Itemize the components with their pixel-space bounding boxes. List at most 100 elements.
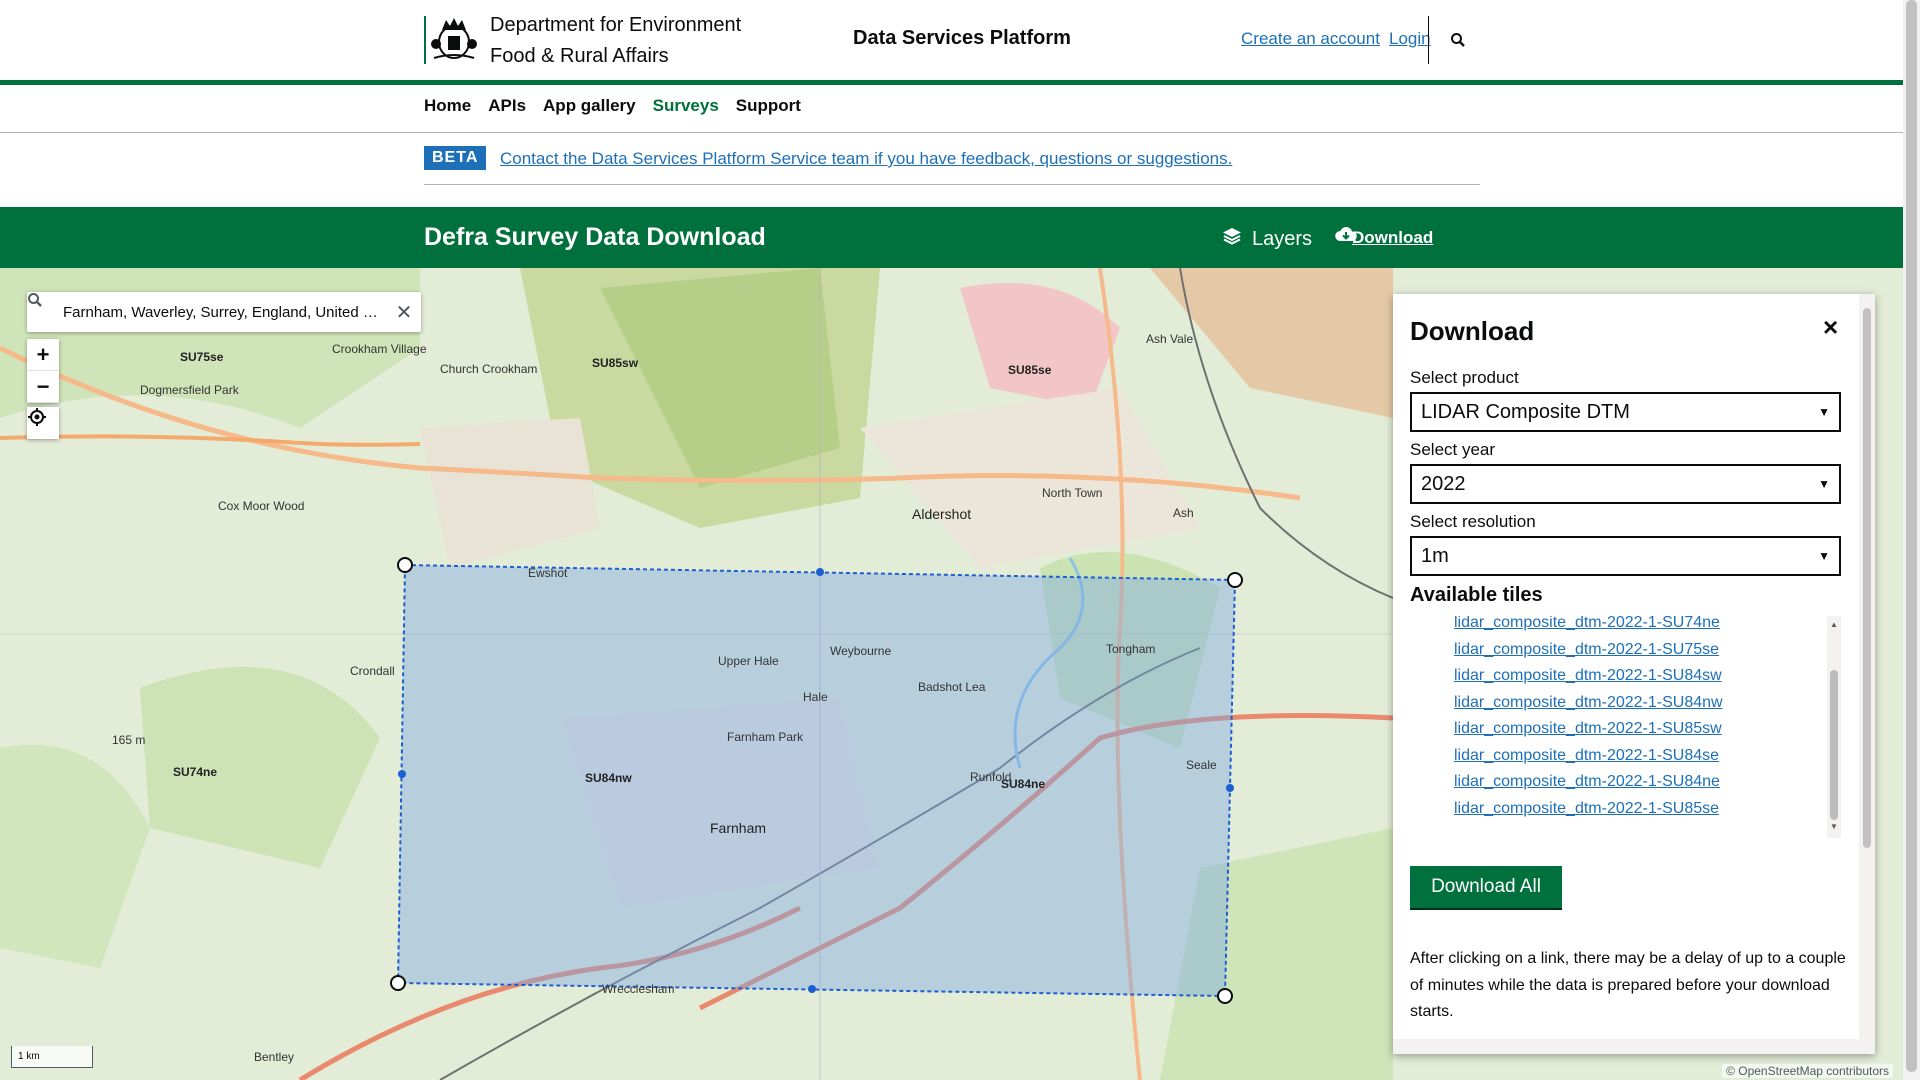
panel-scrollbar[interactable] <box>1859 294 1875 1039</box>
product-select[interactable]: LIDAR Composite DTM ▼ <box>1410 392 1841 432</box>
place-north-town: North Town <box>1042 486 1103 500</box>
primary-nav: Home APIs App gallery Surveys Support <box>424 96 801 116</box>
royal-crest-logo[interactable] <box>424 16 480 64</box>
place-church-crookham: Church Crookham <box>440 362 538 376</box>
tile-link[interactable]: lidar_composite_dtm-2022-1-SU84sw <box>1454 663 1723 690</box>
map-scale-bar: 1 km <box>11 1046 93 1068</box>
panel-title: Download <box>1410 316 1535 346</box>
panel-scrollbar-thumb[interactable] <box>1863 308 1871 848</box>
tile-label-su84nw: SU84nw <box>585 771 632 785</box>
department-line-2: Food & Rural Affairs <box>490 45 669 67</box>
zoom-out-button[interactable]: − <box>27 371 59 403</box>
search-icon[interactable] <box>1450 32 1466 48</box>
chevron-down-icon: ▼ <box>1818 549 1830 563</box>
service-title: Defra Survey Data Download <box>424 223 766 251</box>
beta-tag: BETA <box>424 146 487 170</box>
login-link[interactable]: Login <box>1389 29 1431 49</box>
panel-horizontal-scrollbar[interactable] <box>1393 1039 1875 1054</box>
service-banner: Defra Survey Data Download Layers Downlo… <box>0 207 1903 268</box>
beta-divider <box>424 184 1480 185</box>
page-scrollbar[interactable] <box>1903 0 1920 1080</box>
tiles-list[interactable]: lidar_composite_dtm-2022-1-SU74ne lidar_… <box>1410 616 1841 838</box>
place-badshot-lea: Badshot Lea <box>918 680 986 694</box>
place-seale: Seale <box>1186 758 1217 772</box>
tiles-scrollbar-thumb[interactable] <box>1830 670 1838 820</box>
place-upper-hale: Upper Hale <box>718 654 779 668</box>
resolution-select[interactable]: 1m ▼ <box>1410 536 1841 576</box>
create-account-link[interactable]: Create an account <box>1241 29 1380 49</box>
available-tiles-heading: Available tiles <box>1410 584 1543 606</box>
tile-link[interactable]: lidar_composite_dtm-2022-1-SU75se <box>1454 637 1723 664</box>
locate-me-icon[interactable] <box>27 407 59 439</box>
place-cox-moor-wood: Cox Moor Wood <box>218 499 305 513</box>
product-select-value: LIDAR Composite DTM <box>1421 400 1630 423</box>
tile-link[interactable]: lidar_composite_dtm-2022-1-SU84ne <box>1454 769 1723 796</box>
download-label: Download <box>1352 228 1434 247</box>
department-line-1: Department for Environment <box>490 14 742 36</box>
place-weybourne: Weybourne <box>830 644 892 658</box>
nav-support[interactable]: Support <box>736 96 801 116</box>
place-ash: Ash <box>1173 506 1194 520</box>
close-panel-button[interactable]: × <box>1823 312 1838 343</box>
clear-search-icon[interactable]: ✕ <box>387 300 421 325</box>
header-divider <box>1428 16 1429 64</box>
place-runfold: Runfold <box>970 770 1012 784</box>
place-tongham: Tongham <box>1106 642 1156 656</box>
chevron-down-icon: ▼ <box>1818 477 1830 491</box>
header-green-rule <box>0 80 1903 85</box>
nav-app-gallery[interactable]: App gallery <box>543 96 636 116</box>
layers-label: Layers <box>1252 227 1313 250</box>
place-farnham-park: Farnham Park <box>727 730 804 744</box>
download-button[interactable]: Download <box>1335 226 1433 250</box>
tile-link[interactable]: lidar_composite_dtm-2022-1-SU84nw <box>1454 690 1723 717</box>
place-hale: Hale <box>803 690 828 704</box>
tile-link[interactable]: lidar_composite_dtm-2022-1-SU85se <box>1454 796 1723 823</box>
download-panel: Download × Select product LIDAR Composit… <box>1393 294 1875 1054</box>
nav-apis[interactable]: APIs <box>488 96 526 116</box>
year-select[interactable]: 2022 ▼ <box>1410 464 1841 504</box>
tile-label-su85se: SU85se <box>1008 363 1052 377</box>
place-wrecclesham: Wrecclesham <box>602 982 675 996</box>
place-ewshot: Ewshot <box>528 566 568 580</box>
place-bentley: Bentley <box>254 1050 295 1064</box>
platform-name[interactable]: Data Services Platform <box>853 27 1071 50</box>
product-label: Select product <box>1410 368 1519 387</box>
nav-divider <box>0 132 1903 133</box>
site-header: Department for Environment Food & Rural … <box>0 0 1903 80</box>
zoom-in-button[interactable]: + <box>27 339 59 371</box>
scroll-down-icon[interactable]: ▼ <box>1830 822 1838 831</box>
nav-home[interactable]: Home <box>424 96 471 116</box>
feedback-link[interactable]: Contact the Data Services Platform Servi… <box>500 149 1232 169</box>
tile-link[interactable]: lidar_composite_dtm-2022-1-SU74ne <box>1454 616 1723 637</box>
place-elevation-165m: 165 m <box>112 733 146 747</box>
tiles-scrollbar[interactable]: ▲ ▼ <box>1827 616 1841 838</box>
tile-link[interactable]: lidar_composite_dtm-2022-1-SU85sw <box>1454 716 1723 743</box>
download-all-button[interactable]: Download All <box>1410 866 1562 908</box>
map-attribution[interactable]: © OpenStreetMap contributors <box>1722 1064 1893 1078</box>
tile-label-su74ne: SU74ne <box>173 765 218 779</box>
zoom-controls: + − <box>27 339 59 403</box>
map-search-box[interactable]: Farnham, Waverley, Surrey, England, Unit… <box>27 292 421 332</box>
year-select-value: 2022 <box>1421 472 1466 495</box>
place-crookham-village: Crookham Village <box>332 342 427 356</box>
nav-surveys[interactable]: Surveys <box>653 96 719 116</box>
place-crondall: Crondall <box>350 664 395 678</box>
layers-button[interactable]: Layers <box>1222 226 1312 252</box>
department-name[interactable]: Department for Environment Food & Rural … <box>490 10 741 72</box>
place-farnham: Farnham <box>710 820 767 836</box>
download-note: After clicking on a link, there may be a… <box>1410 950 1846 1020</box>
chevron-down-icon: ▼ <box>1818 405 1830 419</box>
page-scrollbar-thumb[interactable] <box>1906 0 1917 1072</box>
tile-label-su75se: SU75se <box>180 350 224 364</box>
year-label: Select year <box>1410 440 1496 459</box>
tile-label-su85sw: SU85sw <box>592 356 639 370</box>
place-dogmersfield-park: Dogmersfield Park <box>140 383 239 397</box>
resolution-select-value: 1m <box>1421 544 1449 567</box>
place-ash-vale: Ash Vale <box>1146 332 1194 346</box>
resolution-label: Select resolution <box>1410 512 1536 531</box>
place-aldershot: Aldershot <box>912 506 972 522</box>
scroll-up-icon[interactable]: ▲ <box>1830 620 1838 629</box>
map-search-input[interactable]: Farnham, Waverley, Surrey, England, Unit… <box>63 304 387 321</box>
layers-icon <box>1222 226 1242 252</box>
tile-link[interactable]: lidar_composite_dtm-2022-1-SU84se <box>1454 743 1723 770</box>
